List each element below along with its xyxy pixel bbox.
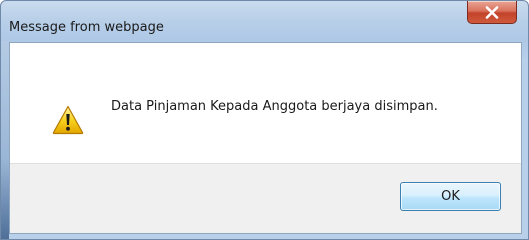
window-frame-edge	[1, 41, 9, 239]
title-bar[interactable]: Message from webpage	[1, 1, 528, 41]
close-x-icon	[485, 5, 499, 19]
dialog-client-area: Data Pinjaman Kepada Anggota berjaya dis…	[9, 42, 522, 234]
ok-button[interactable]: OK	[400, 182, 501, 211]
close-button[interactable]	[467, 1, 517, 24]
message-area: Data Pinjaman Kepada Anggota berjaya dis…	[10, 43, 521, 163]
warning-icon	[52, 105, 84, 135]
dialog-message: Data Pinjaman Kepada Anggota berjaya dis…	[111, 99, 438, 114]
message-dialog-window: Message from webpage Data Pinjaman Kepad…	[0, 0, 529, 240]
window-title: Message from webpage	[9, 20, 164, 35]
button-bar: OK	[10, 163, 521, 233]
